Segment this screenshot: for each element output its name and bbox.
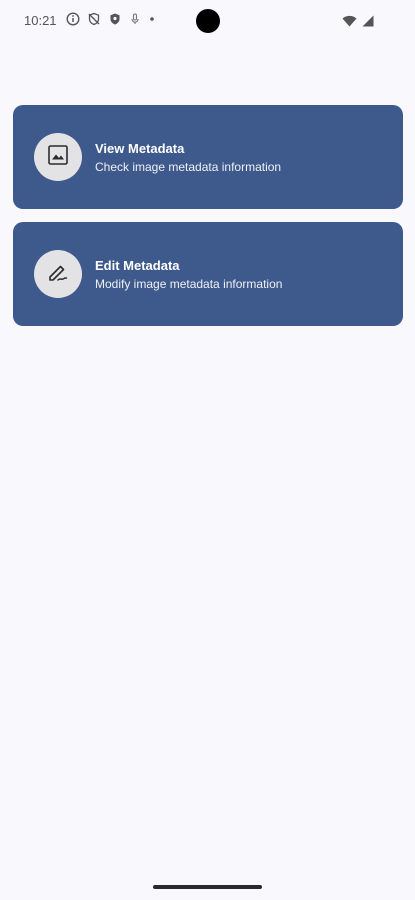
status-time: 10:21 [24, 13, 57, 28]
info-icon [66, 12, 80, 26]
edit-metadata-title: Edit Metadata [95, 258, 180, 273]
dot-icon [148, 12, 156, 26]
status-icons-right [342, 14, 374, 32]
image-icon [46, 143, 70, 172]
view-metadata-icon-circle [34, 133, 82, 181]
edit-metadata-subtitle: Modify image metadata information [95, 277, 283, 291]
mic-off-icon [129, 12, 141, 26]
wifi-icon [342, 14, 357, 32]
view-metadata-title: View Metadata [95, 141, 185, 156]
signal-icon [361, 14, 374, 32]
status-icons-left [66, 12, 156, 26]
view-metadata-subtitle: Check image metadata information [95, 160, 282, 174]
shield-icon [108, 12, 122, 26]
view-metadata-card[interactable]: View Metadata Check image metadata infor… [13, 105, 403, 209]
edit-pen-icon [46, 260, 70, 289]
status-bar: 10:21 [0, 0, 415, 44]
camera-cutout [196, 9, 220, 33]
home-indicator[interactable] [153, 885, 262, 889]
edit-metadata-card[interactable]: Edit Metadata Modify image metadata info… [13, 222, 403, 326]
edit-metadata-icon-circle [34, 250, 82, 298]
shield-off-icon [87, 12, 101, 26]
